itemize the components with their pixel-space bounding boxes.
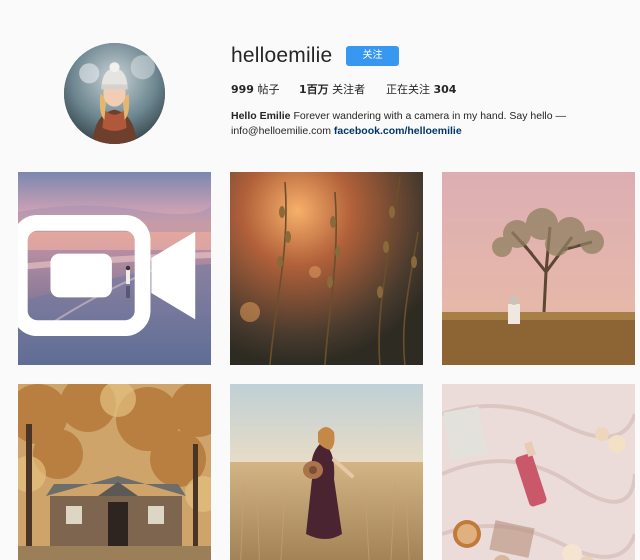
post-tile-autumn-cabin[interactable]	[18, 384, 211, 560]
profile-username: helloemilie	[231, 44, 333, 67]
following-label: 正在关注	[386, 83, 434, 96]
profile-bio: Hello Emilie Forever wandering with a ca…	[231, 109, 591, 139]
video-icon	[18, 214, 196, 337]
post-tile-lone-tree[interactable]	[442, 172, 635, 365]
post-tile-dried-flowers[interactable]	[230, 172, 423, 365]
profile-avatar[interactable]	[64, 43, 165, 144]
stat-posts: 999 帖子	[231, 81, 279, 97]
stat-following[interactable]: 正在关注 304	[386, 81, 456, 97]
posts-count: 999	[231, 83, 254, 96]
followers-label: 关注者	[328, 83, 366, 96]
post-tile-beach[interactable]	[18, 172, 211, 365]
follow-button[interactable]: 关注	[346, 46, 399, 66]
bio-name: Hello Emilie	[231, 110, 291, 122]
followers-count: 1百万	[299, 83, 329, 96]
posts-label: 帖子	[253, 83, 280, 96]
post-tile-flatlay[interactable]	[442, 384, 635, 560]
post-tile-wheat-field[interactable]	[230, 384, 423, 560]
following-count: 304	[433, 83, 457, 96]
bio-link[interactable]: facebook.com/helloemilie	[334, 125, 462, 137]
stat-followers[interactable]: 1百万 关注者	[299, 81, 365, 97]
